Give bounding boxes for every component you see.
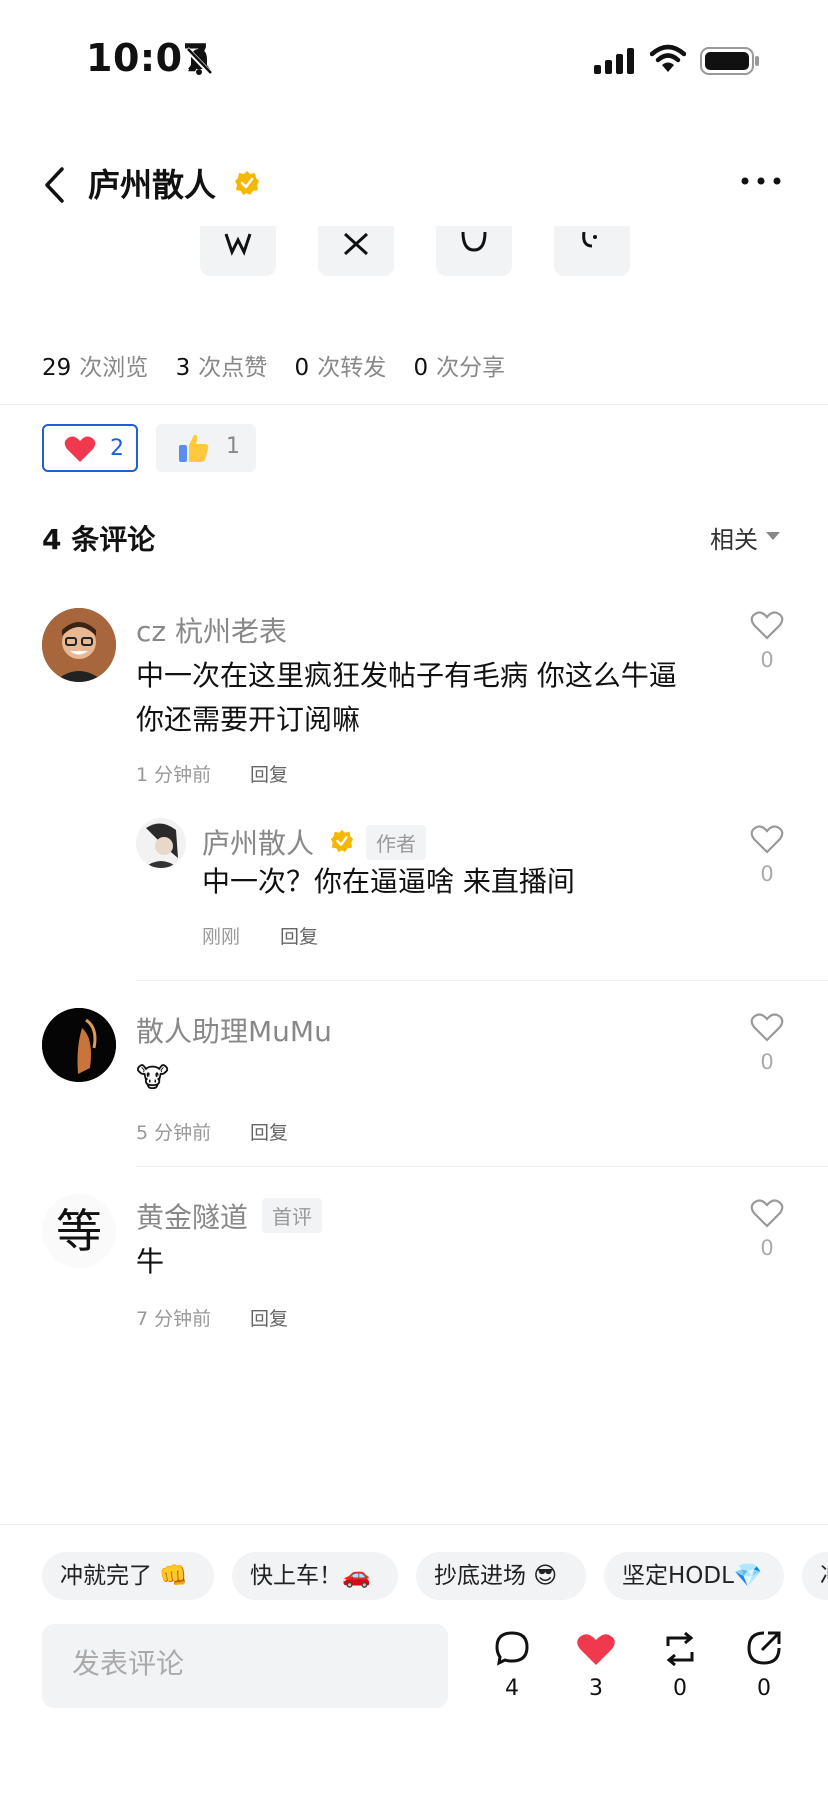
- comment-icon[interactable]: [494, 1630, 530, 1666]
- bottom-bar-divider: [0, 1524, 828, 1525]
- whatsapp-icon: [461, 232, 487, 252]
- battery-icon: [700, 47, 759, 75]
- likes-count: 3: [175, 355, 191, 381]
- repost-action-count: 0: [673, 1676, 687, 1701]
- comment-author[interactable]: cz 杭州老表: [136, 610, 287, 650]
- comment-time: 刚刚: [202, 926, 241, 948]
- quick-reply-chip[interactable]: 快上车！🚗: [232, 1552, 398, 1600]
- reply-button[interactable]: 回复: [280, 922, 318, 949]
- comment-input-container[interactable]: [42, 1624, 448, 1708]
- reposts-count: 0: [294, 355, 310, 381]
- share-x-button[interactable]: [318, 226, 394, 276]
- telegram-icon: [582, 232, 597, 248]
- comment-author[interactable]: 散人助理MuMu: [136, 1010, 332, 1050]
- comment-like-count: 0: [760, 862, 774, 886]
- comment-time: 5 分钟前: [136, 1122, 212, 1144]
- caret-down-icon[interactable]: [766, 532, 780, 541]
- share-action-count: 0: [757, 1676, 771, 1701]
- shares-label: 次分享: [436, 355, 506, 381]
- comment-like-count: 0: [760, 648, 774, 672]
- quick-reply-chip[interactable]: 抄底进场 😎: [416, 1552, 586, 1600]
- author-tag: 作者: [366, 825, 426, 860]
- share-icon[interactable]: [746, 1630, 782, 1666]
- comment-like-count: 0: [760, 1050, 774, 1074]
- avatar[interactable]: [42, 608, 116, 682]
- reposts-label: 次转发: [317, 355, 387, 381]
- thumbs-up-icon: [179, 434, 209, 462]
- avatar-portrait: [136, 818, 186, 868]
- post-stats: 29 次浏览 3 次点赞 0 次转发 0 次分享: [42, 348, 505, 382]
- thumbs-reaction-button[interactable]: 1: [156, 424, 256, 472]
- comment-time: 7 分钟前: [136, 1308, 212, 1330]
- thumbs-reaction-count: 1: [226, 434, 240, 459]
- comment-text: 牛: [136, 1245, 165, 1278]
- quick-reply-chip[interactable]: 坚定HODL💎: [604, 1552, 784, 1600]
- avatar[interactable]: [136, 818, 186, 868]
- views-count: 29: [42, 355, 72, 381]
- reply-button[interactable]: 回复: [250, 1304, 288, 1331]
- heart-reaction-count: 2: [110, 436, 124, 461]
- signal-icon: [594, 48, 634, 74]
- x-logo-icon: [343, 232, 369, 256]
- avatar[interactable]: 等: [42, 1194, 116, 1268]
- comment-text-line: 你还需要开订阅嘛: [136, 703, 361, 736]
- verified-badge-icon: [235, 171, 259, 195]
- comment-text-line: 中一次在这里疯狂发帖子有毛病 你这么牛逼: [136, 659, 677, 692]
- comment-divider: [136, 1166, 828, 1167]
- comment-input[interactable]: [70, 1646, 424, 1681]
- heart-outline-icon[interactable]: [750, 824, 784, 854]
- divider: [0, 404, 828, 405]
- share-wechat-button[interactable]: [200, 226, 276, 276]
- comment-text: 中一次在这里疯狂发帖子有毛病 你这么牛逼 你还需要开订阅嘛: [136, 654, 677, 742]
- heart-outline-icon[interactable]: [750, 610, 784, 640]
- comment-text: 中一次？你在逼逼啥 来直播间: [202, 865, 575, 898]
- back-arrow-icon[interactable]: [42, 166, 66, 204]
- comment-author[interactable]: 庐州散人: [202, 822, 314, 862]
- avatar-portrait: [42, 608, 116, 682]
- views-label: 次浏览: [79, 355, 149, 381]
- avatar-portrait: [42, 1008, 116, 1082]
- reply-button[interactable]: 回复: [250, 760, 288, 787]
- comment-author[interactable]: 黄金隧道: [136, 1196, 248, 1236]
- like-action-count: 3: [589, 1676, 603, 1701]
- share-whatsapp-button[interactable]: [436, 226, 512, 276]
- comments-count-title: 4 条评论: [42, 523, 156, 556]
- comment-text: 🐮: [136, 1061, 170, 1094]
- sort-dropdown[interactable]: 相关: [710, 520, 758, 555]
- comment-time: 1 分钟前: [136, 764, 212, 786]
- reply-button[interactable]: 回复: [250, 1118, 288, 1145]
- comment-action-count: 4: [505, 1676, 519, 1701]
- shares-count: 0: [413, 355, 429, 381]
- share-telegram-button[interactable]: [554, 226, 630, 276]
- repost-icon[interactable]: [662, 1632, 698, 1666]
- verified-badge-icon: [330, 829, 354, 853]
- comment-divider: [136, 980, 828, 981]
- bell-muted-icon: [185, 47, 213, 76]
- avatar[interactable]: [42, 1008, 116, 1082]
- quick-reply-chip[interactable]: 冲就完了 👊: [42, 1552, 214, 1600]
- heart-outline-icon[interactable]: [750, 1012, 784, 1042]
- wechat-icon: [224, 233, 252, 256]
- more-options-icon[interactable]: [740, 176, 782, 186]
- heart-filled-icon[interactable]: [576, 1632, 616, 1666]
- first-comment-tag: 首评: [262, 1198, 322, 1233]
- avatar-calligraphy: 等: [56, 1204, 102, 1258]
- likes-label: 次点赞: [198, 355, 268, 381]
- wifi-icon: [650, 44, 686, 72]
- heart-icon: [64, 436, 96, 462]
- page-title: 庐州散人: [88, 166, 217, 204]
- heart-reaction-button[interactable]: 2: [42, 424, 138, 472]
- comment-like-count: 0: [760, 1236, 774, 1260]
- heart-outline-icon[interactable]: [750, 1198, 784, 1228]
- quick-reply-chip[interactable]: 冲: [802, 1552, 828, 1600]
